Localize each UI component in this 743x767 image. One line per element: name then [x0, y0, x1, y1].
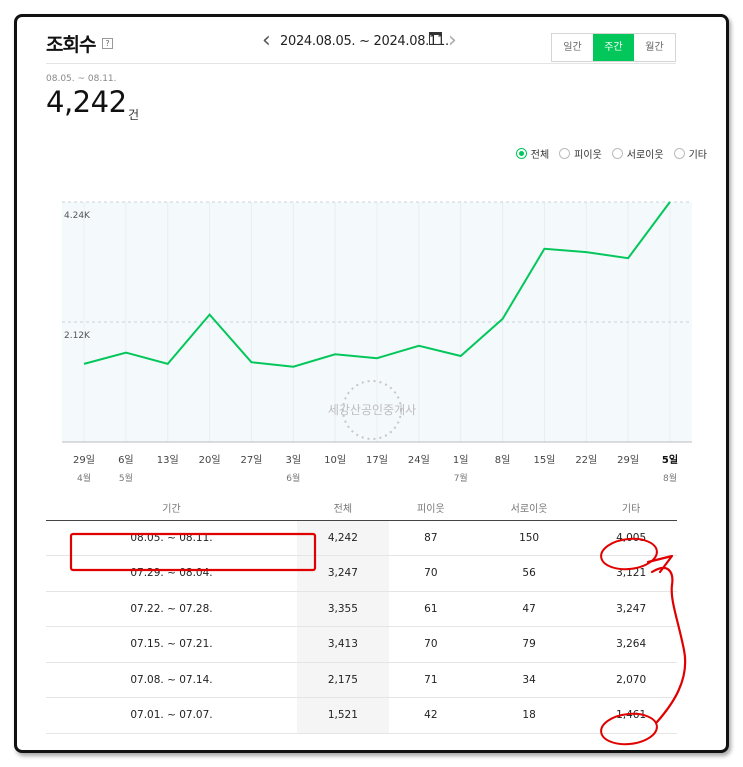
- cell-other: 4,005: [585, 520, 677, 556]
- table-row: 07.22. ~ 07.28. 3,355 61 47 3,247: [46, 591, 677, 627]
- cell-period: 07.15. ~ 07.21.: [46, 626, 298, 663]
- x-tick-label-month: 4월: [77, 472, 91, 484]
- cell-total: 3,355: [297, 591, 389, 627]
- x-tick-label-month: 6월: [286, 472, 300, 484]
- cell-other: 1,461: [585, 697, 677, 734]
- cell-neighbor: 71: [388, 662, 473, 698]
- x-tick-label-day: 24일: [408, 454, 430, 466]
- x-tick-label-month: 7월: [454, 472, 468, 484]
- x-tick-label-day: 22일: [575, 454, 597, 466]
- cell-period: 08.05. ~ 08.11.: [46, 520, 298, 556]
- y-tick-label: 2.12K: [64, 331, 91, 341]
- table-row: 07.15. ~ 07.21. 3,413 70 79 3,264: [46, 626, 677, 663]
- col-neighbor: 피이웃: [388, 496, 473, 521]
- cell-neighbor: 70: [388, 555, 473, 592]
- cell-period: 07.29. ~ 08.04.: [46, 555, 298, 592]
- cell-mutual: 18: [472, 697, 586, 734]
- cell-other: 3,264: [585, 626, 677, 663]
- cell-period: 07.08. ~ 07.14.: [46, 662, 298, 698]
- x-tick-label-day: 10일: [324, 454, 346, 466]
- cell-other: 3,121: [585, 555, 677, 592]
- cell-mutual: 79: [472, 626, 586, 663]
- cell-mutual: 34: [472, 662, 586, 698]
- table-row: 07.01. ~ 07.07. 1,521 42 18 1,461: [46, 697, 677, 734]
- x-tick-label-day: 17일: [366, 454, 388, 466]
- x-tick-label-month: 5월: [119, 472, 133, 484]
- table-row: 08.05. ~ 08.11. 4,242 87 150 4,005: [46, 520, 677, 556]
- col-total: 전체: [297, 496, 389, 521]
- cell-neighbor: 42: [388, 697, 473, 734]
- x-tick-label-day: 6일: [118, 454, 134, 466]
- cell-total: 3,413: [297, 626, 389, 663]
- cell-total: 4,242: [297, 520, 389, 556]
- col-period: 기간: [46, 496, 298, 521]
- cell-other: 2,070: [585, 662, 677, 698]
- x-tick-label-day: 15일: [533, 454, 555, 466]
- x-tick-label-day: 5일: [662, 453, 678, 466]
- cell-neighbor: 61: [388, 591, 473, 627]
- x-tick-label-day: 1일: [453, 454, 469, 466]
- table-row: 07.08. ~ 07.14. 2,175 71 34 2,070: [46, 662, 677, 698]
- x-tick-label-day: 3일: [286, 454, 302, 466]
- col-mutual: 서로이웃: [472, 496, 586, 521]
- col-other: 기타: [585, 496, 677, 521]
- x-tick-label-day: 20일: [199, 454, 221, 466]
- cell-total: 3,247: [297, 555, 389, 592]
- x-tick-label-day: 29일: [73, 454, 95, 466]
- x-tick-label-day: 29일: [617, 454, 639, 466]
- x-tick-label-day: 27일: [240, 454, 262, 466]
- x-tick-label-day: 8일: [495, 454, 511, 466]
- cell-neighbor: 87: [388, 520, 473, 556]
- views-line-chart: 4.24K 2.12K 세강산공인중개사 29일 4월 6일 5월 13일 20일 27일 3일 6월…: [62, 201, 692, 484]
- x-tick-label-day: 13일: [157, 454, 179, 466]
- cell-period: 07.22. ~ 07.28.: [46, 591, 298, 627]
- cell-mutual: 47: [472, 591, 586, 627]
- cell-mutual: 56: [472, 555, 586, 592]
- x-tick-label-month: 8월: [663, 472, 677, 484]
- cell-period: 07.01. ~ 07.07.: [46, 697, 298, 734]
- table-row: 07.29. ~ 08.04. 3,247 70 56 3,121: [46, 555, 677, 592]
- cell-other: 3,247: [585, 591, 677, 627]
- table-header-row: 기간 전체 피이웃 서로이웃 기타: [46, 496, 677, 521]
- cell-neighbor: 70: [388, 626, 473, 663]
- cell-mutual: 150: [472, 520, 586, 556]
- watermark-text: 세강산공인중개사: [328, 403, 416, 417]
- cell-total: 1,521: [297, 697, 389, 734]
- cell-total: 2,175: [297, 662, 389, 698]
- y-tick-label: 4.24K: [64, 211, 91, 221]
- weekly-stats-table: 기간 전체 피이웃 서로이웃 기타 08.05. ~ 08.11. 4,242 87…: [46, 496, 677, 734]
